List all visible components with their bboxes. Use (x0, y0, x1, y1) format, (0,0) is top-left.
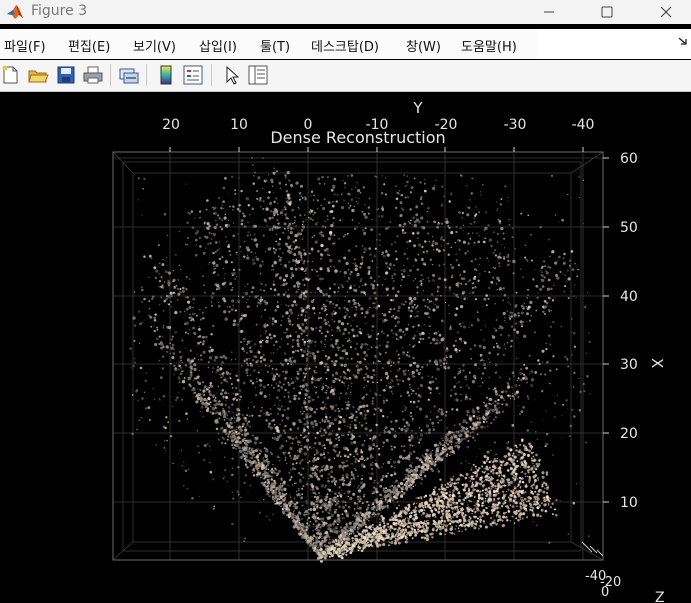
title-bar: Figure 3 (0, 0, 691, 24)
close-button[interactable] (643, 0, 689, 24)
menu-bar: 파일(F) 편집(E) 보기(V) 삽입(I) 툴(T) 데스크탑(D) 창(W… (0, 29, 691, 59)
y-tick-label: -30 (504, 117, 527, 133)
menu-insert[interactable]: 삽입(I) (199, 36, 237, 55)
figure-window: Figure 3 파일(F) 편집(E) 보기(V) 삽입(I) 툴(T) 데스… (0, 0, 691, 603)
legend-icon (183, 65, 203, 85)
y-axis-ticks (169, 147, 584, 152)
x-tick-label: 50 (620, 220, 638, 236)
x-tick-label: 40 (620, 289, 638, 305)
x-axis-label: X (648, 358, 666, 368)
x-tick-label: 20 (620, 426, 638, 442)
link-plot-button[interactable] (118, 64, 140, 86)
save-button[interactable] (55, 64, 77, 86)
menu-tools[interactable]: 툴(T) (260, 36, 290, 55)
menu-desktop[interactable]: 데스크탑(D) (311, 36, 379, 55)
y-tick-label: -40 (572, 117, 595, 133)
minimize-button[interactable] (526, 0, 572, 24)
link-plot-icon (119, 68, 139, 84)
new-figure-button[interactable] (0, 64, 22, 86)
plot-title: Dense Reconstruction (270, 128, 445, 147)
x-tick-label: 10 (620, 495, 638, 511)
maximize-icon (601, 6, 613, 18)
colorbar-icon (160, 65, 172, 85)
close-icon (660, 6, 672, 18)
dock-arrow-icon[interactable] (677, 35, 689, 47)
save-icon (57, 66, 75, 84)
open-file-button[interactable] (27, 64, 49, 86)
legend-button[interactable] (182, 64, 204, 86)
open-file-icon (28, 70, 49, 83)
x-tick-label: 30 (620, 357, 638, 373)
plot-area[interactable]: 20 10 0 -10 -20 -30 -40 Y Dense Reconstr… (0, 95, 691, 603)
matlab-icon (7, 5, 23, 19)
z-axis-label: Z (655, 590, 665, 603)
edit-plot-button[interactable] (220, 64, 242, 86)
menu-bar-spacer (537, 29, 691, 59)
toolbar-separator (211, 64, 212, 86)
menu-window[interactable]: 창(W) (406, 36, 441, 55)
x-tick-label: 60 (620, 151, 638, 167)
maximize-button[interactable] (584, 0, 630, 24)
z-tick-label: 0 (601, 585, 609, 600)
window-title: Figure 3 (31, 3, 88, 19)
edit-plot-icon (226, 65, 240, 85)
toolbar-separator (110, 64, 111, 86)
toolbar-separator (146, 64, 147, 86)
print-icon (83, 66, 103, 84)
property-inspector-icon (248, 65, 268, 85)
x-axis-ticks (603, 157, 609, 503)
y-axis-label: Y (412, 99, 423, 117)
y-tick-label: 10 (230, 117, 248, 133)
colorbar-button[interactable] (155, 64, 177, 86)
minimize-icon (544, 11, 554, 13)
menu-file[interactable]: 파일(F) (4, 36, 46, 55)
menu-help[interactable]: 도움말(H) (461, 36, 517, 55)
menu-view[interactable]: 보기(V) (133, 36, 176, 55)
y-tick-label: 20 (162, 117, 180, 133)
print-button[interactable] (82, 64, 104, 86)
menu-edit[interactable]: 편집(E) (68, 36, 110, 55)
figure-toolbar (0, 60, 691, 92)
axes-3d[interactable]: 20 10 0 -10 -20 -30 -40 Y Dense Reconstr… (0, 95, 691, 603)
property-inspector-button[interactable] (247, 64, 269, 86)
new-figure-icon (2, 65, 18, 84)
